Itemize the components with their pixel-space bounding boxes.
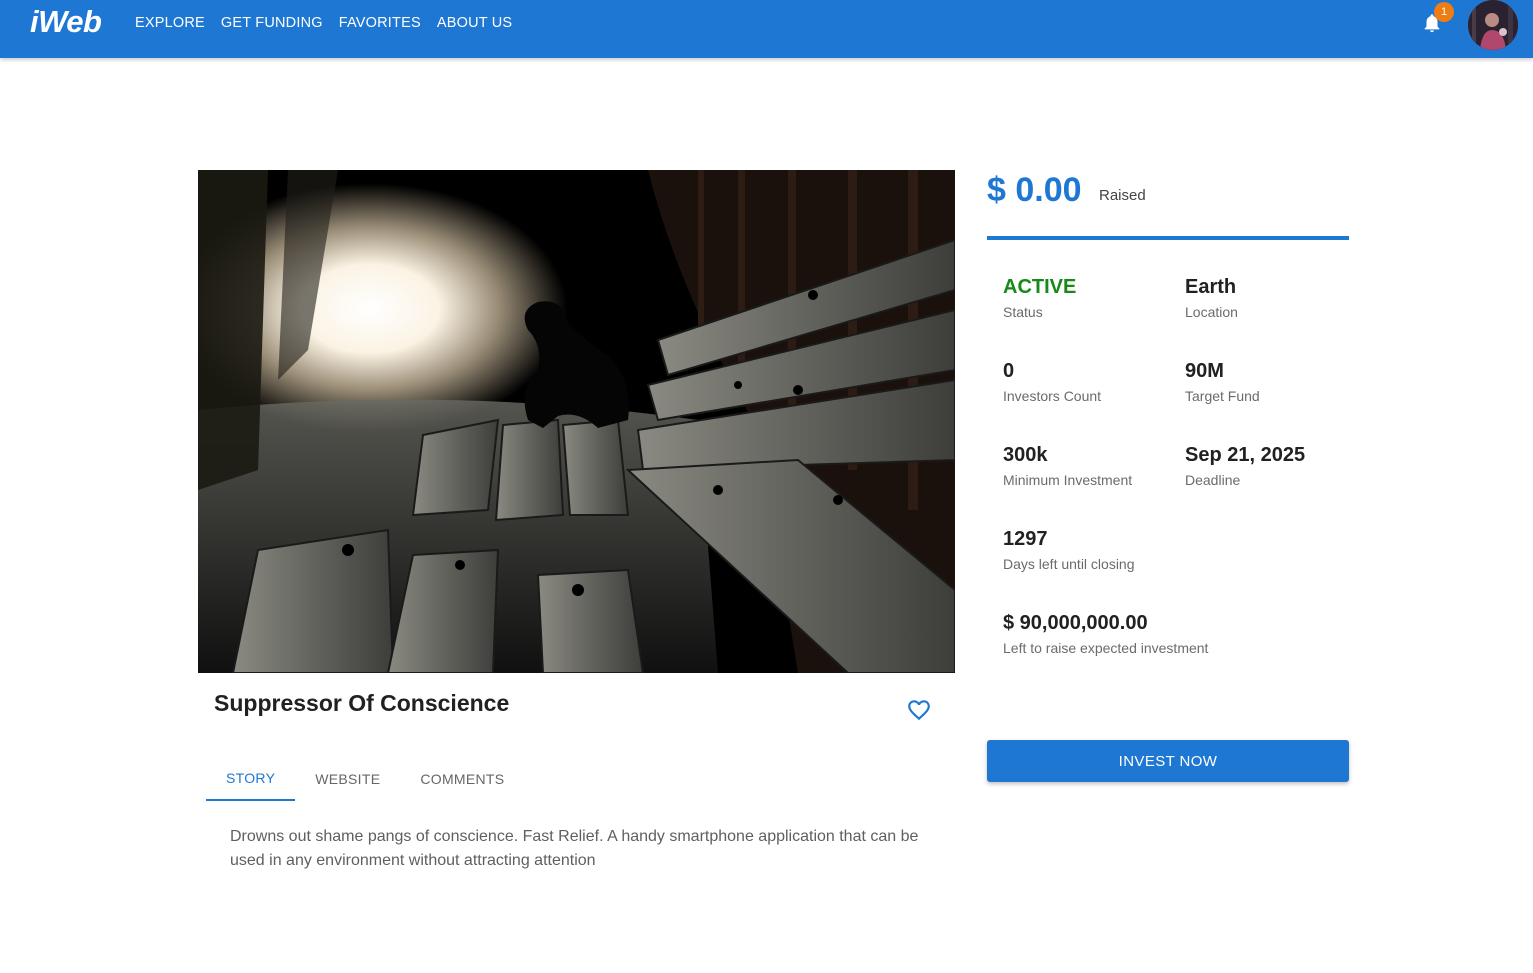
- project-tabs: STORY WEBSITE COMMENTS: [206, 757, 524, 801]
- target-label: Target Fund: [1185, 388, 1260, 404]
- story-text: Drowns out shame pangs of conscience. Fa…: [230, 828, 919, 869]
- target-value: 90M: [1185, 360, 1224, 382]
- stat-days-left: 1297 Days left until closing: [1003, 528, 1135, 572]
- tab-comments[interactable]: COMMENTS: [400, 757, 524, 801]
- raised-label: Raised: [1099, 187, 1146, 204]
- location-value: Earth: [1185, 276, 1237, 298]
- stat-min-investment: 300k Minimum Investment: [1003, 444, 1132, 488]
- status-label: Status: [1003, 304, 1043, 320]
- app-bar: iWeb EXPLORE GET FUNDING FAVORITES ABOUT…: [0, 0, 1533, 58]
- tab-story[interactable]: STORY: [206, 757, 296, 801]
- left-to-raise-label: Left to raise expected investment: [1003, 640, 1209, 656]
- location-label: Location: [1185, 304, 1238, 320]
- avatar[interactable]: [1468, 0, 1518, 50]
- days-left-value: 1297: [1003, 528, 1048, 550]
- project-title: Suppressor Of Conscience: [214, 690, 510, 716]
- days-left-label: Days left until closing: [1003, 556, 1135, 572]
- notification-badge: 1: [1434, 2, 1454, 22]
- investors-value: 0: [1003, 360, 1015, 382]
- nav-explore[interactable]: EXPLORE: [135, 15, 205, 31]
- nav-about-us[interactable]: ABOUT US: [437, 15, 512, 31]
- nav-favorites[interactable]: FAVORITES: [339, 15, 421, 31]
- stat-target-fund: 90M Target Fund: [1185, 360, 1260, 404]
- main-nav: EXPLORE GET FUNDING FAVORITES ABOUT US: [135, 15, 528, 31]
- stat-status: ACTIVE Status: [1003, 276, 1076, 320]
- tab-website[interactable]: WEBSITE: [295, 757, 400, 801]
- funding-progress-bar: [987, 236, 1349, 240]
- nav-get-funding[interactable]: GET FUNDING: [221, 15, 323, 31]
- investors-label: Investors Count: [1003, 388, 1102, 404]
- min-investment-value: 300k: [1003, 444, 1048, 466]
- stat-investors: 0 Investors Count: [1003, 360, 1101, 404]
- logo[interactable]: iWeb: [30, 4, 102, 40]
- min-investment-label: Minimum Investment: [1003, 472, 1133, 488]
- heart-outline-icon[interactable]: [906, 697, 932, 723]
- deadline-value: Sep 21, 2025: [1185, 444, 1306, 466]
- left-to-raise-value: $ 90,000,000.00: [1003, 612, 1148, 634]
- stat-deadline: Sep 21, 2025 Deadline: [1185, 444, 1305, 488]
- project-image: [198, 170, 955, 673]
- stat-left-to-raise: $ 90,000,000.00 Left to raise expected i…: [1003, 612, 1208, 656]
- stat-location: Earth Location: [1185, 276, 1238, 320]
- deadline-label: Deadline: [1185, 472, 1241, 488]
- invest-now-button[interactable]: INVEST NOW: [987, 740, 1349, 782]
- status-value: ACTIVE: [1003, 276, 1077, 298]
- raised-amount: $ 0.00: [987, 171, 1082, 209]
